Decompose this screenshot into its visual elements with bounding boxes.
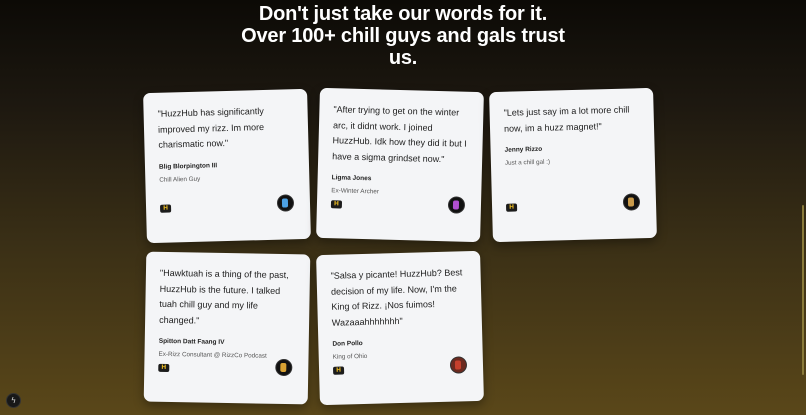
testimonial-card: "HuzzHub has significantly improved my r… — [143, 88, 311, 244]
lightning-icon[interactable]: ϟ — [6, 393, 21, 408]
testimonial-card: "After trying to get on the winter arc, … — [316, 87, 484, 243]
testimonial-card: "Hawktuah is a thing of the past, HuzzHu… — [143, 251, 311, 405]
testimonial-quote: "Salsa y picante! HuzzHub? Best decision… — [330, 267, 463, 328]
page-scrollbar[interactable] — [802, 205, 804, 375]
heading-line-1: Don't just take our words for it. — [258, 3, 548, 25]
testimonial-role: King of Ohio — [332, 352, 368, 361]
heading-line-2: Over 100+ chill guys and gals trust — [241, 25, 565, 47]
testimonial-role: Ex-Rizz Consultant @ RizzCo Podcast — [158, 350, 267, 360]
brand-badge-icon: H — [159, 204, 172, 213]
section-heading: Don't just take our words for it. Over 1… — [0, 3, 806, 69]
testimonial-author: Ligma Jones — [331, 174, 372, 183]
brand-badge-icon: H — [505, 203, 518, 212]
testimonial-author: Jenny Rizzo — [504, 145, 543, 154]
testimonial-card: "Salsa y picante! HuzzHub? Best decision… — [316, 250, 484, 406]
testimonial-role: Just a chill gal :) — [504, 158, 551, 167]
testimonial-quote: "HuzzHub has significantly improved my r… — [157, 106, 265, 150]
testimonial-quote: "Hawktuah is a thing of the past, HuzzHu… — [159, 267, 289, 326]
archer-avatar-icon — [447, 196, 466, 214]
testimonial-quote: "After trying to get on the winter arc, … — [332, 104, 467, 164]
testimonial-card: "Lets just say im a lot more chill now, … — [489, 87, 657, 243]
don-avatar-icon — [449, 356, 468, 374]
testimonial-author: Blig Blorpington III — [158, 161, 218, 171]
testimonial-author: Spitton Datt Faang IV — [158, 337, 225, 346]
brand-badge-icon: H — [332, 366, 345, 375]
testimonial-role: Ex-Winter Archer — [331, 187, 379, 196]
brand-badge-icon: H — [330, 200, 343, 209]
gal-avatar-icon — [622, 193, 641, 211]
testimonial-role: Chill Alien Guy — [159, 175, 201, 184]
alien-avatar-icon — [276, 194, 295, 212]
brand-badge-icon: H — [158, 363, 170, 372]
testimonial-quote: "Lets just say im a lot more chill now, … — [503, 104, 630, 134]
consultant-avatar-icon — [275, 358, 293, 377]
testimonial-author: Don Pollo — [332, 339, 363, 348]
heading-line-3: us. — [388, 47, 418, 69]
